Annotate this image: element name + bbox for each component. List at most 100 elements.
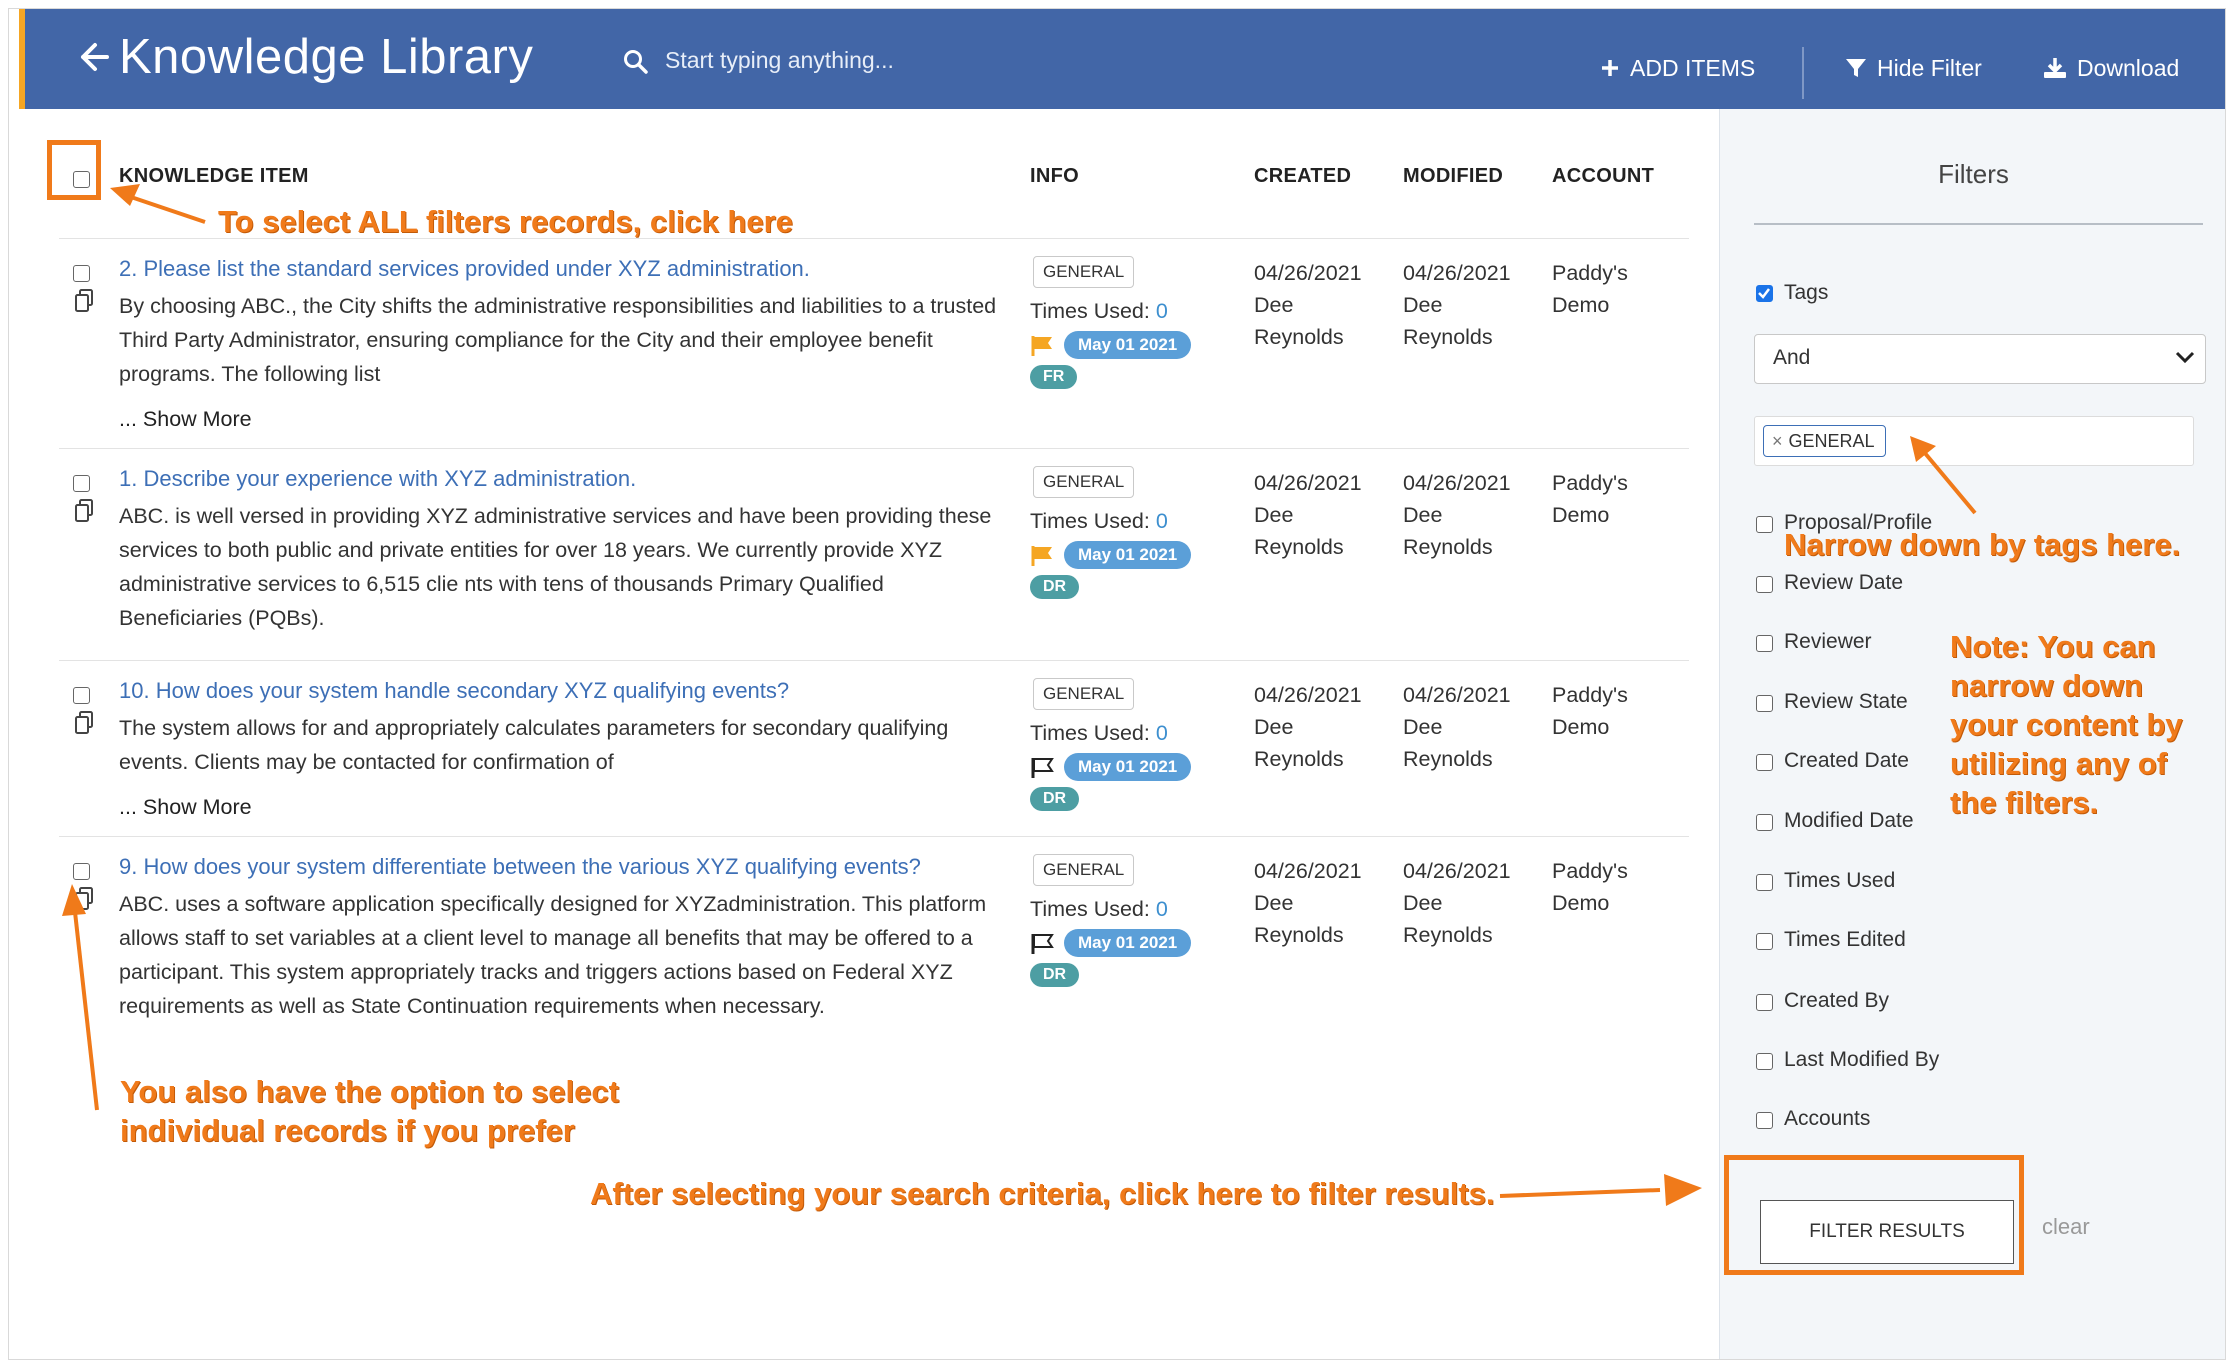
filter-results-button[interactable]: FILTER RESULTS <box>1760 1200 2014 1264</box>
times-used: Times Used: 0 <box>1030 299 1168 324</box>
question-title-link[interactable]: 9. How does your system differentiate be… <box>119 854 921 880</box>
selected-tag-label: GENERAL <box>1788 430 1875 451</box>
flag-outline-icon[interactable] <box>1030 932 1056 956</box>
filter-checkbox-review-state[interactable] <box>1756 695 1773 712</box>
copy-icon[interactable] <box>74 711 94 735</box>
filter-checkbox-reviewer[interactable] <box>1756 635 1773 652</box>
flag-outline-icon[interactable] <box>1030 756 1056 780</box>
back-arrow-icon[interactable] <box>75 39 111 75</box>
language-pill: DR <box>1030 575 1080 599</box>
clear-filters-link[interactable]: clear <box>2042 1214 2090 1240</box>
hide-filter-label: Hide Filter <box>1877 54 1982 81</box>
times-used-count: 0 <box>1155 897 1168 921</box>
select-all-checkbox[interactable] <box>73 171 90 188</box>
question-title-link[interactable]: 2. Please list the standard services pro… <box>119 256 810 282</box>
add-items-label: ADD ITEMS <box>1630 54 1756 81</box>
tags-checkbox[interactable] <box>1756 285 1773 302</box>
row-checkbox[interactable] <box>73 475 90 492</box>
modified-by: Dee Reynolds <box>1403 715 1493 771</box>
times-used: Times Used: 0 <box>1030 721 1168 746</box>
header-divider <box>1802 47 1804 99</box>
search-input[interactable] <box>665 41 1225 79</box>
filter-label-accounts: Accounts <box>1784 1107 1871 1130</box>
account: Paddy's Demo <box>1552 471 1628 527</box>
filter-label-modified-date: Modified Date <box>1784 809 1914 832</box>
row-separator <box>59 836 1689 837</box>
tag-select-input[interactable]: × GENERAL <box>1754 416 2194 466</box>
tag-badge: GENERAL <box>1033 854 1135 886</box>
filter-checkbox-times-used[interactable] <box>1756 874 1773 891</box>
row-checkbox[interactable] <box>73 863 90 880</box>
filter-label-created-by: Created By <box>1784 989 1890 1012</box>
copy-icon[interactable] <box>74 499 94 523</box>
add-items-button[interactable]: ADD ITEMS <box>1600 53 1755 83</box>
times-used: Times Used: 0 <box>1030 897 1168 922</box>
flag-filled-icon[interactable] <box>1030 334 1056 358</box>
col-header-knowledge-item: KNOWLEDGE ITEM <box>119 165 309 187</box>
language-pill: DR <box>1030 963 1080 987</box>
account: Paddy's Demo <box>1552 859 1628 915</box>
filter-funnel-icon <box>1846 59 1866 77</box>
filter-checkbox-modified-date[interactable] <box>1756 814 1773 831</box>
show-more-link[interactable]: ... Show More <box>119 407 252 432</box>
question-title-link[interactable]: 10. How does your system handle secondar… <box>119 678 789 704</box>
row-separator <box>59 660 1689 661</box>
download-label: Download <box>2077 54 2180 81</box>
copy-icon[interactable] <box>74 887 94 911</box>
created-date: 04/26/2021 <box>1254 261 1362 285</box>
modified-by: Dee Reynolds <box>1403 293 1493 349</box>
question-title-link[interactable]: 1. Describe your experience with XYZ adm… <box>119 466 636 492</box>
times-used-count: 0 <box>1155 721 1168 745</box>
review-date-pill: May 01 2021 <box>1064 331 1192 359</box>
modified-date: 04/26/2021 <box>1403 859 1511 883</box>
copy-icon[interactable] <box>74 289 94 313</box>
filter-checkbox-proposal-profile[interactable] <box>1756 516 1773 533</box>
times-used-label: Times Used: <box>1030 509 1150 533</box>
download-button[interactable]: Download <box>2043 53 2179 83</box>
remove-tag-icon[interactable]: × <box>1772 427 1783 456</box>
filter-checkbox-times-edited[interactable] <box>1756 933 1773 950</box>
created-date: 04/26/2021 <box>1254 683 1362 707</box>
filter-label-review-date: Review Date <box>1784 571 1904 594</box>
account: Paddy's Demo <box>1552 683 1628 739</box>
flag-filled-icon[interactable] <box>1030 544 1056 568</box>
answer-text: The system allows for and appropriately … <box>119 716 949 774</box>
show-more-link[interactable]: ... Show More <box>119 795 252 820</box>
col-header-created: CREATED <box>1254 165 1352 187</box>
answer-text: ABC. uses a software application specifi… <box>119 892 987 1018</box>
created-date: 04/26/2021 <box>1254 471 1362 495</box>
row-checkbox[interactable] <box>73 687 90 704</box>
filter-label-times-edited: Times Edited <box>1784 928 1906 951</box>
filter-checkbox-created-date[interactable] <box>1756 754 1773 771</box>
created-by: Dee Reynolds <box>1254 891 1344 947</box>
review-date-pill: May 01 2021 <box>1064 541 1192 569</box>
plus-icon <box>1602 60 1618 76</box>
review-date-pill: May 01 2021 <box>1064 753 1192 781</box>
times-used-count: 0 <box>1155 299 1168 323</box>
tag-logic-value: And <box>1773 346 1811 369</box>
download-icon <box>2044 58 2066 78</box>
times-used-count: 0 <box>1155 509 1168 533</box>
tag-logic-select[interactable]: And <box>1754 334 2206 384</box>
filter-checkbox-created-by[interactable] <box>1756 994 1773 1011</box>
answer-text: ABC. is well versed in providing XYZ adm… <box>119 504 992 630</box>
filter-label-reviewer: Reviewer <box>1784 630 1872 653</box>
filter-label-created-date: Created Date <box>1784 749 1909 772</box>
filter-checkbox-accounts[interactable] <box>1756 1112 1773 1129</box>
selected-tag-chip: × GENERAL <box>1763 425 1886 457</box>
review-date-pill: May 01 2021 <box>1064 929 1192 957</box>
filter-label-proposal-profile: Proposal/Profile <box>1784 511 1933 534</box>
search-icon <box>624 50 648 74</box>
hide-filter-button[interactable]: Hide Filter <box>1845 53 1982 83</box>
filter-checkbox-last-modified-by[interactable] <box>1756 1053 1773 1070</box>
modified-date: 04/26/2021 <box>1403 683 1511 707</box>
filters-panel: Filters Tags And × GENERAL Proposal/Prof… <box>1719 109 2225 1359</box>
created-date: 04/26/2021 <box>1254 859 1362 883</box>
page-title: Knowledge Library <box>119 30 534 84</box>
filter-checkbox-review-date[interactable] <box>1756 576 1773 593</box>
row-checkbox[interactable] <box>73 265 90 282</box>
modified-by: Dee Reynolds <box>1403 503 1493 559</box>
times-used-label: Times Used: <box>1030 897 1150 921</box>
filter-label-last-modified-by: Last Modified By <box>1784 1048 1940 1071</box>
filters-title: Filters <box>1938 159 2009 189</box>
